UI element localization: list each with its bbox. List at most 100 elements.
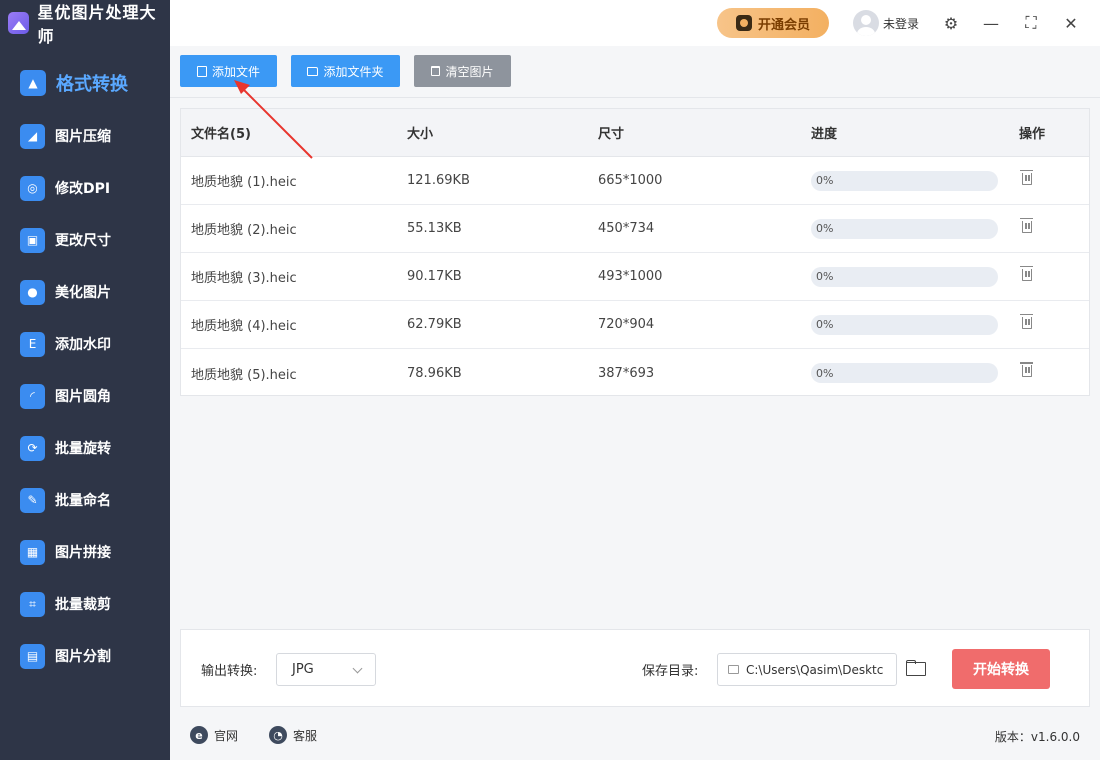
sidebar-item-label: 图片拼接	[55, 545, 111, 561]
header-dimensions: 尺寸	[598, 127, 625, 142]
file-dimensions: 450*734	[598, 221, 655, 236]
start-convert-button[interactable]: 开始转换	[952, 649, 1050, 689]
beautify-icon: ●	[20, 279, 45, 305]
user-login[interactable]: 未登录	[853, 10, 919, 36]
website-link[interactable]: e 官网	[190, 726, 238, 744]
file-dimensions: 493*1000	[598, 269, 663, 284]
avatar-icon	[853, 10, 879, 36]
sidebar-item-stitch[interactable]: ▦ 图片拼接	[0, 526, 170, 578]
table-row[interactable]: 地质地貌 (5).heic 78.96KB 387*693 0%	[181, 349, 1089, 397]
sidebar-item-resize[interactable]: ▣ 更改尺寸	[0, 214, 170, 266]
watermark-icon: E	[20, 331, 45, 357]
sidebar-item-watermark[interactable]: E 添加水印	[0, 318, 170, 370]
file-size: 121.69KB	[407, 173, 470, 188]
output-format-select[interactable]: JPG	[276, 653, 376, 686]
delete-icon[interactable]	[1020, 217, 1033, 233]
progress-text: 0%	[816, 270, 834, 283]
close-icon[interactable]: ✕	[1061, 13, 1081, 33]
save-dir-label: 保存目录:	[642, 664, 699, 679]
sidebar-item-crop[interactable]: ⌗ 批量裁剪	[0, 578, 170, 630]
sidebar-item-label: 修改DPI	[55, 181, 111, 197]
sidebar-item-beautify[interactable]: ● 美化图片	[0, 266, 170, 318]
crop-icon: ⌗	[20, 591, 45, 617]
clear-images-button[interactable]: 清空图片	[414, 55, 511, 87]
header-actions: 操作	[1019, 127, 1046, 142]
header-size: 大小	[407, 127, 434, 142]
app-logo-icon	[8, 12, 30, 34]
add-folder-label: 添加文件夹	[323, 64, 384, 79]
sidebar-item-round-corner[interactable]: ◜ 图片圆角	[0, 370, 170, 422]
footer: e 官网 ◔ 客服 版本：v1.6.0.0	[170, 712, 1100, 760]
file-dimensions: 387*693	[598, 365, 655, 381]
sidebar-item-rotate[interactable]: ⟳ 批量旋转	[0, 422, 170, 474]
file-icon	[196, 65, 207, 77]
sidebar-item-dpi[interactable]: ◎ 修改DPI	[0, 162, 170, 214]
round-corner-icon: ◜	[20, 383, 45, 409]
progress-bar: 0%	[811, 218, 998, 239]
rename-icon: ✎	[20, 487, 45, 513]
progress-text: 0%	[816, 222, 834, 235]
sidebar-item-label: 更改尺寸	[55, 233, 111, 249]
output-settings-panel: 输出转换: JPG 保存目录: C:\Users\Qasim\Desktc 开始…	[180, 629, 1090, 707]
minimize-icon[interactable]: —	[981, 13, 1001, 33]
browse-folder-icon[interactable]	[905, 658, 927, 676]
split-icon: ▤	[20, 643, 45, 669]
add-file-button[interactable]: 添加文件	[180, 55, 277, 87]
maximize-icon[interactable]: ⛶	[1021, 13, 1041, 33]
header-progress: 进度	[811, 127, 838, 142]
settings-icon[interactable]: ⚙	[941, 13, 961, 33]
file-dimensions: 720*904	[598, 317, 655, 332]
trash-icon	[431, 66, 441, 76]
file-size: 78.96KB	[407, 365, 462, 381]
app-brand: 星优图片处理大师	[0, 0, 170, 46]
file-name: 地质地貌 (2).heic	[191, 223, 297, 238]
sidebar-item-split[interactable]: ▤ 图片分割	[0, 630, 170, 682]
sidebar-item-compress[interactable]: ◢ 图片压缩	[0, 110, 170, 162]
progress-bar: 0%	[811, 266, 998, 287]
progress-bar: 0%	[811, 170, 998, 191]
table-row[interactable]: 地质地貌 (3).heic 90.17KB 493*1000 0%	[181, 253, 1089, 301]
progress-text: 0%	[816, 174, 834, 187]
folder-icon	[307, 66, 319, 76]
sidebar-item-label: 图片压缩	[55, 129, 111, 145]
output-format-value: JPG	[292, 662, 314, 677]
title-bar: 开通会员 未登录 ⚙ — ⛶ ✕	[170, 0, 1100, 46]
sidebar-item-label: 美化图片	[55, 285, 111, 301]
app-title: 星优图片处理大师	[37, 3, 157, 46]
progress-bar: 0%	[811, 363, 998, 383]
vip-label: 开通会员	[757, 17, 810, 33]
support-link[interactable]: ◔ 客服	[269, 726, 317, 744]
table-row[interactable]: 地质地貌 (1).heic 121.69KB 665*1000 0%	[181, 157, 1089, 205]
vip-button[interactable]: 开通会员	[717, 8, 829, 38]
sidebar-item-label: 批量命名	[55, 493, 111, 509]
sidebar-item-rename[interactable]: ✎ 批量命名	[0, 474, 170, 526]
file-dimensions: 665*1000	[598, 173, 663, 188]
sidebar: 星优图片处理大师 ▲ 格式转换 ◢ 图片压缩 ◎ 修改DPI ▣ 更改尺寸 ● …	[0, 0, 170, 760]
chat-icon: ◔	[269, 726, 287, 744]
compress-icon: ◢	[20, 123, 45, 149]
browser-icon: e	[190, 726, 208, 744]
sidebar-item-format-convert[interactable]: ▲ 格式转换	[0, 60, 170, 106]
chevron-down-icon	[352, 663, 363, 674]
website-label: 官网	[214, 728, 239, 743]
save-dir-input[interactable]: C:\Users\Qasim\Desktc	[717, 653, 897, 686]
sidebar-nav: ▲ 格式转换 ◢ 图片压缩 ◎ 修改DPI ▣ 更改尺寸 ● 美化图片 E 添加…	[0, 60, 170, 682]
add-file-label: 添加文件	[211, 64, 260, 79]
user-label: 未登录	[883, 16, 920, 31]
sidebar-item-label: 批量裁剪	[55, 597, 111, 613]
add-folder-button[interactable]: 添加文件夹	[291, 55, 400, 87]
file-name: 地质地貌 (5).heic	[191, 367, 297, 383]
sidebar-item-label: 格式转换	[56, 74, 128, 95]
delete-icon[interactable]	[1020, 169, 1033, 185]
table-row[interactable]: 地质地貌 (4).heic 62.79KB 720*904 0%	[181, 301, 1089, 349]
delete-icon[interactable]	[1020, 362, 1033, 377]
table-row[interactable]: 地质地貌 (2).heic 55.13KB 450*734 0%	[181, 205, 1089, 253]
toolbar: 添加文件 添加文件夹 清空图片	[170, 46, 1100, 98]
delete-icon[interactable]	[1020, 313, 1033, 329]
file-size: 55.13KB	[407, 221, 462, 236]
sidebar-item-label: 图片分割	[55, 649, 111, 665]
file-size: 90.17KB	[407, 269, 462, 284]
delete-icon[interactable]	[1020, 265, 1033, 281]
sidebar-item-label: 图片圆角	[55, 389, 111, 405]
file-name: 地质地貌 (1).heic	[191, 175, 297, 190]
